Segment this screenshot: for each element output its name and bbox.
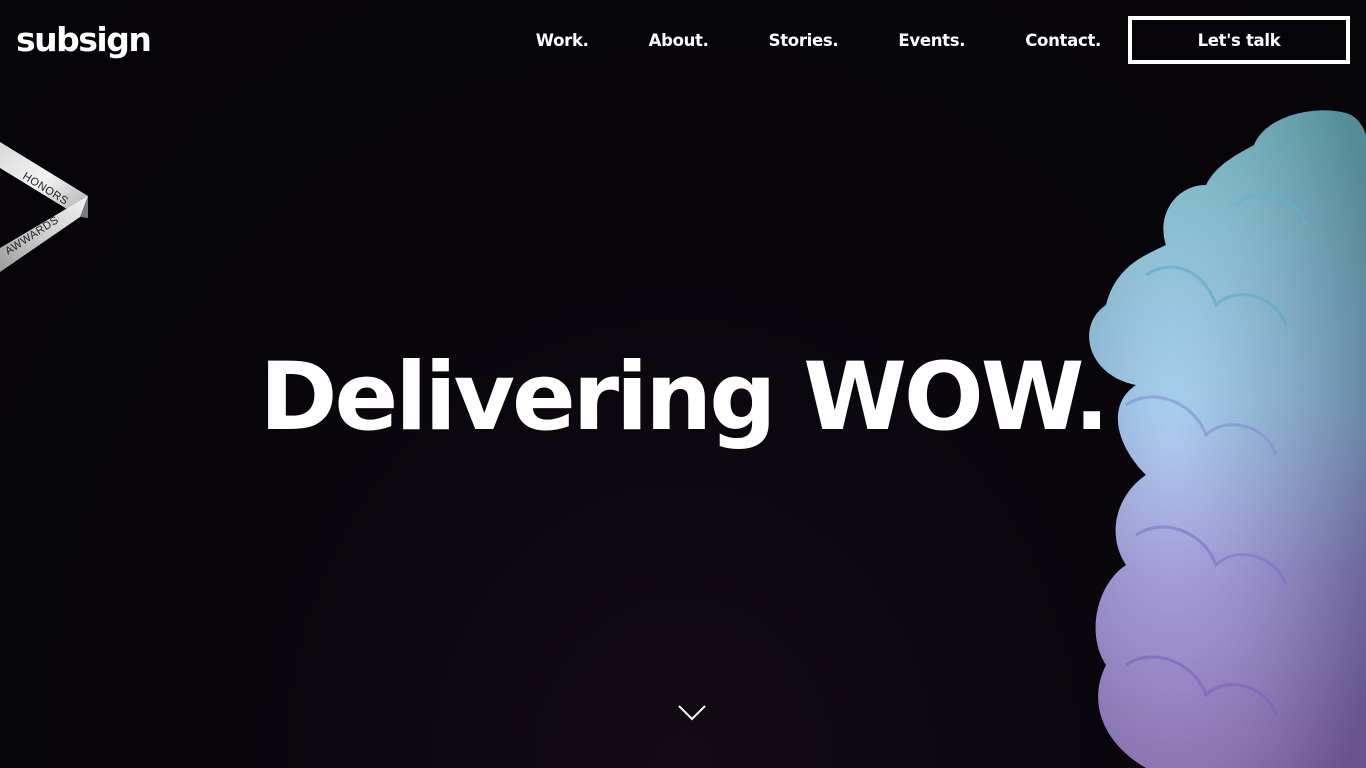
nav-link-events[interactable]: Events. (898, 31, 965, 50)
awwards-honors-badge[interactable]: HONORS AWWARDS (0, 138, 92, 278)
nav-link-stories[interactable]: Stories. (769, 31, 839, 50)
lets-talk-button[interactable]: Let's talk (1128, 16, 1350, 64)
page: subsign Work. About. Stories. Events. Co… (0, 0, 1366, 768)
nav-link-about[interactable]: About. (649, 31, 709, 50)
nav-link-work[interactable]: Work. (536, 31, 589, 50)
main-nav: Work. About. Stories. Events. Contact. L… (536, 16, 1350, 64)
logo[interactable]: subsign (16, 18, 152, 62)
chevron-down-icon[interactable] (677, 700, 707, 724)
nav-link-contact[interactable]: Contact. (1025, 31, 1101, 50)
hero-headline: Delivering WOW. (259, 343, 1109, 452)
